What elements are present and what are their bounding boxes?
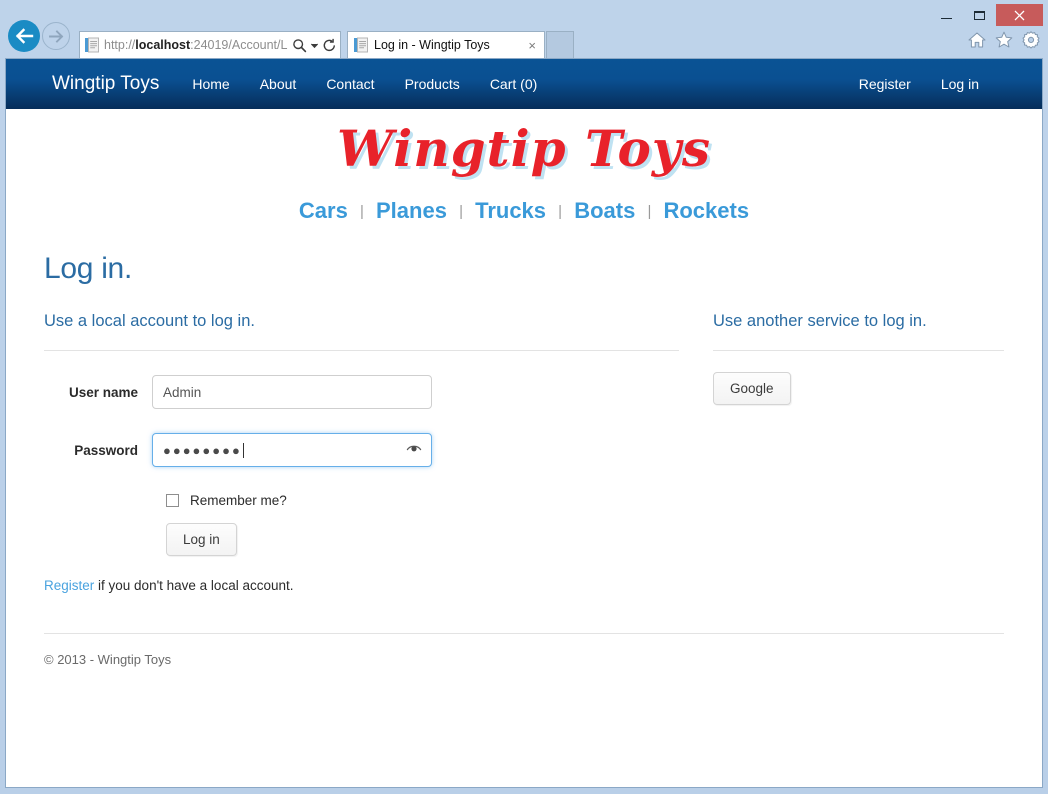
browser-tab[interactable]: Log in - Wingtip Toys × [347,31,545,58]
username-value: Admin [163,384,202,400]
refresh-icon [323,38,335,51]
tab-favicon-icon [354,37,368,53]
local-login-divider [44,350,679,351]
username-label: User name [68,384,138,400]
minimize-icon [941,18,952,19]
category-links: Cars | Planes | Trucks | Boats | Rockets [44,176,1004,224]
text-caret [242,442,244,458]
reveal-password-eye-icon[interactable] [406,443,422,458]
login-columns: Use a local account to log in. User name… [44,312,1004,593]
site-logo: Wingtip Toys [336,119,712,178]
nav-item-products[interactable]: Products [390,76,475,92]
close-icon [1014,10,1025,20]
nav-item-about[interactable]: About [245,76,312,92]
nav-item-contact[interactable]: Contact [311,76,389,92]
browser-window: http://localhost:24019/Account/L Log in … [0,0,1048,794]
username-input[interactable]: Admin [152,375,432,409]
back-button[interactable] [8,20,40,52]
settings-gear-icon[interactable] [1021,30,1041,50]
remember-me-label: Remember me? [190,493,287,508]
window-controls [930,4,1043,26]
page-footer: © 2013 - Wingtip Toys [44,633,1004,667]
username-row: User name Admin [44,375,679,409]
favorites-star-icon[interactable] [994,30,1014,50]
login-button-row: Log in [44,523,679,556]
forward-button[interactable] [42,22,70,50]
register-link[interactable]: Register [44,578,94,593]
external-login-heading: Use another service to log in. [713,312,927,330]
category-link-rockets[interactable]: Rockets [661,198,751,223]
navbar-links: Home About Contact Products Cart (0) [177,76,552,92]
nav-item-login[interactable]: Log in [926,76,994,92]
category-separator: | [647,203,652,220]
nav-item-register[interactable]: Register [844,76,926,92]
password-row: Password ●●●●●●●● [44,433,679,467]
maximize-icon [974,10,985,20]
page-title: Log in. [44,252,132,285]
category-link-boats[interactable]: Boats [572,198,637,223]
register-prompt-text: if you don't have a local account. [94,578,294,593]
external-login-section: Use another service to log in. Google [713,312,1004,593]
password-value: ●●●●●●●● [163,442,242,458]
browser-chrome: http://localhost:24019/Account/L Log in … [5,4,1043,58]
local-login-heading: Use a local account to log in. [44,312,255,330]
password-input[interactable]: ●●●●●●●● [152,433,432,467]
forward-arrow-icon [49,29,64,43]
category-separator: | [359,203,364,220]
close-button[interactable] [996,4,1043,26]
external-login-divider [713,350,1004,351]
page-viewport: Wingtip Toys Home About Contact Products… [5,58,1043,788]
page-favicon-icon [85,37,99,53]
nav-item-home[interactable]: Home [177,76,244,92]
page-content: Wingtip Toys Cars | Planes | Trucks | Bo… [6,109,1042,667]
tab-title: Log in - Wingtip Toys [374,38,490,52]
site-navbar: Wingtip Toys Home About Contact Products… [6,59,1042,109]
category-link-planes[interactable]: Planes [374,198,449,223]
navbar-brand[interactable]: Wingtip Toys [6,73,177,95]
refresh-button[interactable] [322,38,337,53]
column-gap [679,312,713,593]
url-text: http://localhost:24019/Account/L [104,38,288,52]
category-link-cars[interactable]: Cars [297,198,350,223]
local-login-section: Use a local account to log in. User name… [44,312,679,593]
category-link-trucks[interactable]: Trucks [473,198,548,223]
chevron-down-icon [310,43,319,48]
category-separator: | [459,203,463,220]
remember-me-checkbox[interactable] [166,494,179,507]
register-prompt: Register if you don't have a local accou… [44,578,679,593]
navbar-account-links: Register Log in [844,76,1012,92]
search-icon [293,38,307,52]
nav-item-cart[interactable]: Cart (0) [475,76,552,92]
address-search-button[interactable] [292,38,307,53]
login-button[interactable]: Log in [166,523,237,556]
password-label: Password [74,442,138,458]
external-provider-row: Google [713,372,1004,405]
browser-toolbar-icons [967,30,1041,50]
new-tab-button[interactable] [546,31,574,58]
back-arrow-icon [15,28,33,44]
maximize-button[interactable] [963,4,996,26]
home-icon[interactable] [967,30,987,50]
remember-me-row: Remember me? [44,493,679,508]
category-separator: | [558,203,563,220]
navigation-buttons [8,20,70,52]
address-bar[interactable]: http://localhost:24019/Account/L [79,31,341,58]
minimize-button[interactable] [930,4,963,26]
tab-close-icon[interactable]: × [524,38,540,53]
google-login-button[interactable]: Google [713,372,791,405]
address-dropdown-button[interactable] [310,41,319,50]
